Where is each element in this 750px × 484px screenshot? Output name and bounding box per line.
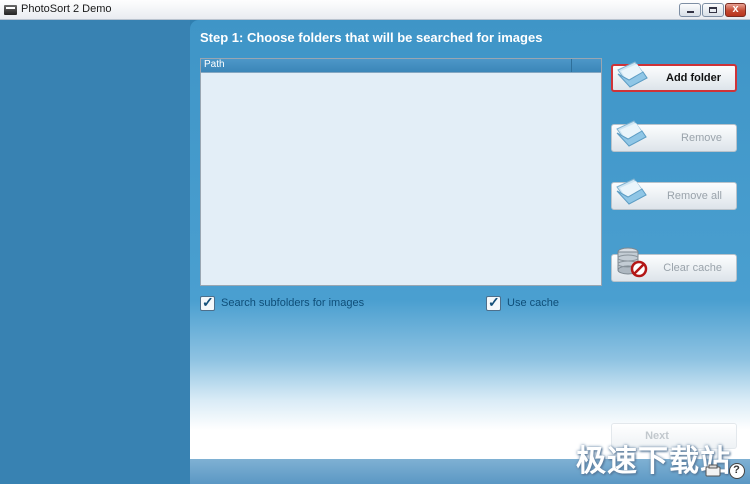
help-button[interactable]: ? — [729, 463, 745, 479]
close-button[interactable]: x — [725, 3, 746, 17]
folder-icon — [617, 61, 648, 88]
list-header[interactable]: Path — [201, 59, 601, 73]
folder-icon — [616, 178, 647, 205]
folder-icon — [616, 120, 647, 147]
path-column-header: Path — [204, 59, 225, 70]
column-divider[interactable] — [571, 59, 572, 72]
remove-button[interactable]: Remove — [611, 120, 737, 152]
use-cache-label[interactable]: Use cache — [507, 297, 559, 309]
search-subfolders-label[interactable]: Search subfolders for images — [221, 297, 364, 309]
remove-all-button[interactable]: Remove all — [611, 178, 737, 210]
check-icon: ✓ — [202, 294, 214, 310]
main-panel: Step 1: Choose folders that will be sear… — [190, 20, 750, 484]
remove-all-label: Remove all — [666, 190, 722, 202]
step-heading: Step 1: Choose folders that will be sear… — [200, 30, 543, 45]
maximize-icon — [709, 7, 717, 13]
maximize-button[interactable] — [702, 3, 724, 17]
remove-label: Remove — [681, 132, 722, 144]
close-icon: x — [732, 3, 739, 15]
clear-cache-button[interactable]: Clear cache — [611, 247, 737, 282]
minimize-icon — [687, 11, 694, 13]
window-title: PhotoSort 2 Demo — [21, 3, 112, 15]
clear-cache-label: Clear cache — [663, 262, 722, 274]
folder-list[interactable]: Path — [200, 58, 602, 286]
add-folder-button[interactable]: Add folder — [611, 61, 737, 92]
check-icon: ✓ — [488, 294, 500, 310]
app-icon — [4, 5, 17, 15]
minimize-button[interactable] — [679, 3, 701, 17]
search-subfolders-checkbox[interactable]: ✓ — [200, 294, 215, 311]
left-panel — [0, 20, 190, 484]
settings-icon[interactable] — [705, 464, 721, 478]
use-cache-checkbox[interactable]: ✓ — [486, 294, 501, 311]
database-no-icon — [617, 247, 648, 278]
title-bar: PhotoSort 2 Demo x — [0, 0, 750, 20]
question-icon: ? — [733, 464, 740, 476]
add-folder-label: Add folder — [666, 72, 721, 84]
